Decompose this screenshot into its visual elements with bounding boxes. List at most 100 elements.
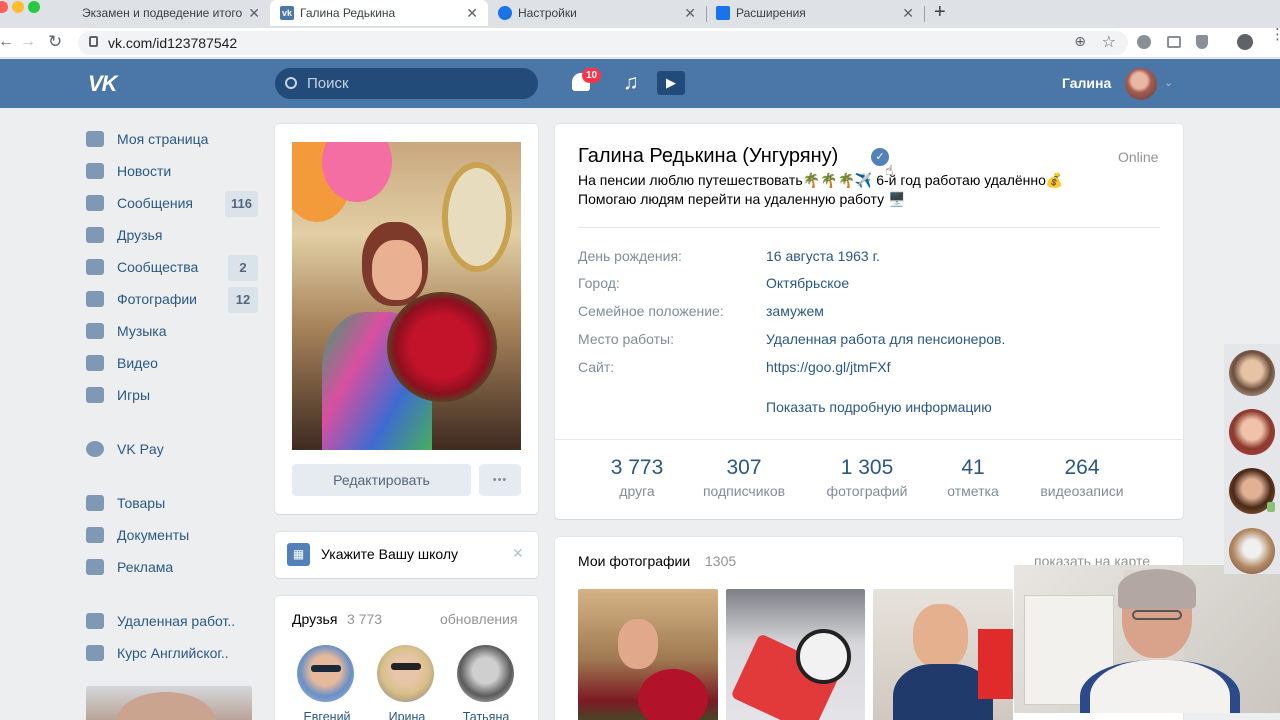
tab-settings[interactable]: Настройки ✕	[488, 0, 706, 26]
menu-item-label: Моя страница	[117, 131, 209, 147]
close-tab-icon[interactable]: ✕	[902, 5, 914, 22]
tab-label: Расширения	[736, 6, 806, 20]
chat-avatar[interactable]	[1229, 409, 1275, 455]
back-icon[interactable]: ←	[0, 33, 14, 51]
zoom-icon[interactable]: ⊕	[1074, 33, 1086, 50]
menu-item[interactable]: Сообщения 116	[86, 189, 258, 217]
tab-label: Галина Редькина	[300, 6, 396, 20]
friends-title[interactable]: Друзья	[292, 611, 337, 627]
new-tab-button[interactable]: +	[934, 1, 946, 24]
menu-item[interactable]: Новости	[86, 157, 258, 185]
chat-avatar[interactable]	[1229, 528, 1275, 574]
ad-image[interactable]	[86, 686, 252, 720]
menu-item[interactable]: Товары	[86, 489, 258, 517]
menu-item[interactable]: VK Pay	[86, 435, 258, 463]
chevron-down-icon[interactable]: ⌄	[1164, 76, 1173, 89]
relationship-link[interactable]: замужем	[766, 303, 824, 319]
friend-name[interactable]: Ирина	[377, 710, 437, 720]
shield-extension-icon[interactable]	[1196, 35, 1208, 49]
divider	[578, 227, 1160, 228]
close-tab-icon[interactable]: ✕	[248, 5, 260, 22]
menu-item[interactable]: Друзья	[86, 221, 258, 249]
profile-photo[interactable]	[292, 142, 521, 450]
vkpay-icon	[86, 441, 104, 457]
skype-extension-icon[interactable]	[1137, 35, 1151, 49]
birthday-link[interactable]: 16 августа 1963 г.	[766, 248, 880, 264]
tab-extensions[interactable]: Расширения ✕	[706, 0, 924, 26]
screenshot-extension-icon[interactable]	[1167, 36, 1181, 48]
close-tab-icon[interactable]: ✕	[684, 5, 696, 22]
website-link[interactable]: https://goo.gl/jtmFXf	[766, 359, 891, 375]
stat-number: 3 773	[610, 456, 664, 479]
menu-item[interactable]: Курс Английског..	[86, 639, 258, 667]
stat-tags[interactable]: 41 отметка	[938, 456, 1008, 499]
photo-thumbnail[interactable]	[578, 589, 718, 720]
stat-friends[interactable]: 3 773 друга	[595, 456, 679, 499]
tab-label: Настройки	[518, 6, 577, 20]
profile-icon[interactable]	[1237, 34, 1253, 50]
menu-item[interactable]: Фотографии 12	[86, 285, 258, 313]
photos-title[interactable]: Мои фотографии	[578, 553, 690, 569]
show-more-info-link[interactable]: Показать подробную информацию	[766, 399, 992, 415]
maximize-window-icon[interactable]	[28, 1, 40, 13]
photo-thumbnail[interactable]	[873, 589, 1013, 720]
menu-item[interactable]: Реклама	[86, 553, 258, 581]
close-window-icon[interactable]	[0, 1, 8, 13]
friends-updates-link[interactable]: обновления	[440, 611, 518, 627]
photos-count: 1305	[705, 553, 737, 569]
chat-avatar[interactable]	[1229, 350, 1275, 396]
menu-item[interactable]: Удаленная работ..	[86, 607, 258, 635]
vk-logo-icon[interactable]: VK	[88, 71, 118, 97]
online-status: Online	[1118, 149, 1159, 165]
friend-avatar[interactable]	[297, 645, 354, 702]
bookmark-star-icon[interactable]: ☆	[1102, 32, 1116, 52]
friends-icon	[86, 227, 104, 243]
user-name[interactable]: Галина	[1062, 75, 1111, 91]
menu-item[interactable]: Сообщества 2	[86, 253, 258, 281]
music-note-icon[interactable]: ♫	[623, 71, 639, 95]
ads-icon	[86, 559, 104, 575]
workplace-link[interactable]: Удаленная работа для пенсионеров.	[766, 331, 1005, 347]
menu-item-label: Курс Английског..	[117, 645, 229, 661]
divider	[555, 439, 1183, 440]
play-icon[interactable]: ▶	[657, 71, 685, 95]
friend-avatar[interactable]	[377, 645, 434, 702]
stat-videos[interactable]: 264 видеозаписи	[1030, 456, 1134, 499]
info-label: Семейное положение:	[578, 303, 724, 319]
stat-photos[interactable]: 1 305 фотографий	[818, 456, 916, 499]
browser-menu-icon[interactable]: ⋮	[1270, 27, 1280, 42]
stat-number: 264	[1064, 456, 1100, 479]
status-line[interactable]: На пенсии люблю путешествовать🌴🌴🌴✈️ 6-й …	[578, 172, 1063, 189]
stat-followers[interactable]: 307 подписчиков	[694, 456, 794, 499]
tab-vk-profile[interactable]: vk Галина Редькина ✕	[270, 0, 488, 26]
forward-icon[interactable]: →	[20, 33, 36, 51]
search-placeholder: Поиск	[307, 75, 349, 92]
city-link[interactable]: Октябрьское	[766, 275, 849, 291]
minimize-window-icon[interactable]	[12, 1, 24, 13]
menu-item[interactable]: Видео	[86, 349, 258, 377]
avatar-card: Редактировать •••	[275, 124, 538, 514]
menu-item[interactable]: Моя страница	[86, 125, 258, 153]
goods-icon	[86, 495, 104, 511]
status-line[interactable]: Помогаю людям перейти на удаленную работ…	[578, 191, 905, 208]
online-mobile-icon	[1267, 502, 1275, 512]
menu-item[interactable]: Документы	[86, 521, 258, 549]
school-prompt-card[interactable]: ▦ Укажите Вашу школу ✕	[275, 532, 538, 578]
address-bar[interactable]: vk.com/id123787542 ⊕ ☆	[78, 31, 1128, 55]
close-tab-icon[interactable]: ✕	[466, 5, 478, 22]
avatar[interactable]	[1125, 68, 1157, 100]
edit-profile-button[interactable]: Редактировать	[292, 464, 471, 496]
friend-name[interactable]: Татьяна	[455, 710, 517, 720]
photo-thumbnail[interactable]	[726, 589, 865, 720]
menu-item[interactable]: Музыка	[86, 317, 258, 345]
friend-name[interactable]: Евгений	[297, 710, 357, 720]
close-icon[interactable]: ✕	[512, 545, 524, 562]
tab-exam[interactable]: Экзамен и подведение итогов ✕	[52, 0, 270, 26]
reload-icon[interactable]: ↻	[48, 32, 62, 52]
more-actions-button[interactable]: •••	[479, 464, 521, 496]
friend-avatar[interactable]	[457, 645, 514, 702]
groups-icon	[86, 259, 104, 275]
search-input[interactable]: Поиск	[275, 68, 538, 99]
menu-item[interactable]: Игры	[86, 381, 258, 409]
stat-label: видеозаписи	[1040, 483, 1124, 499]
